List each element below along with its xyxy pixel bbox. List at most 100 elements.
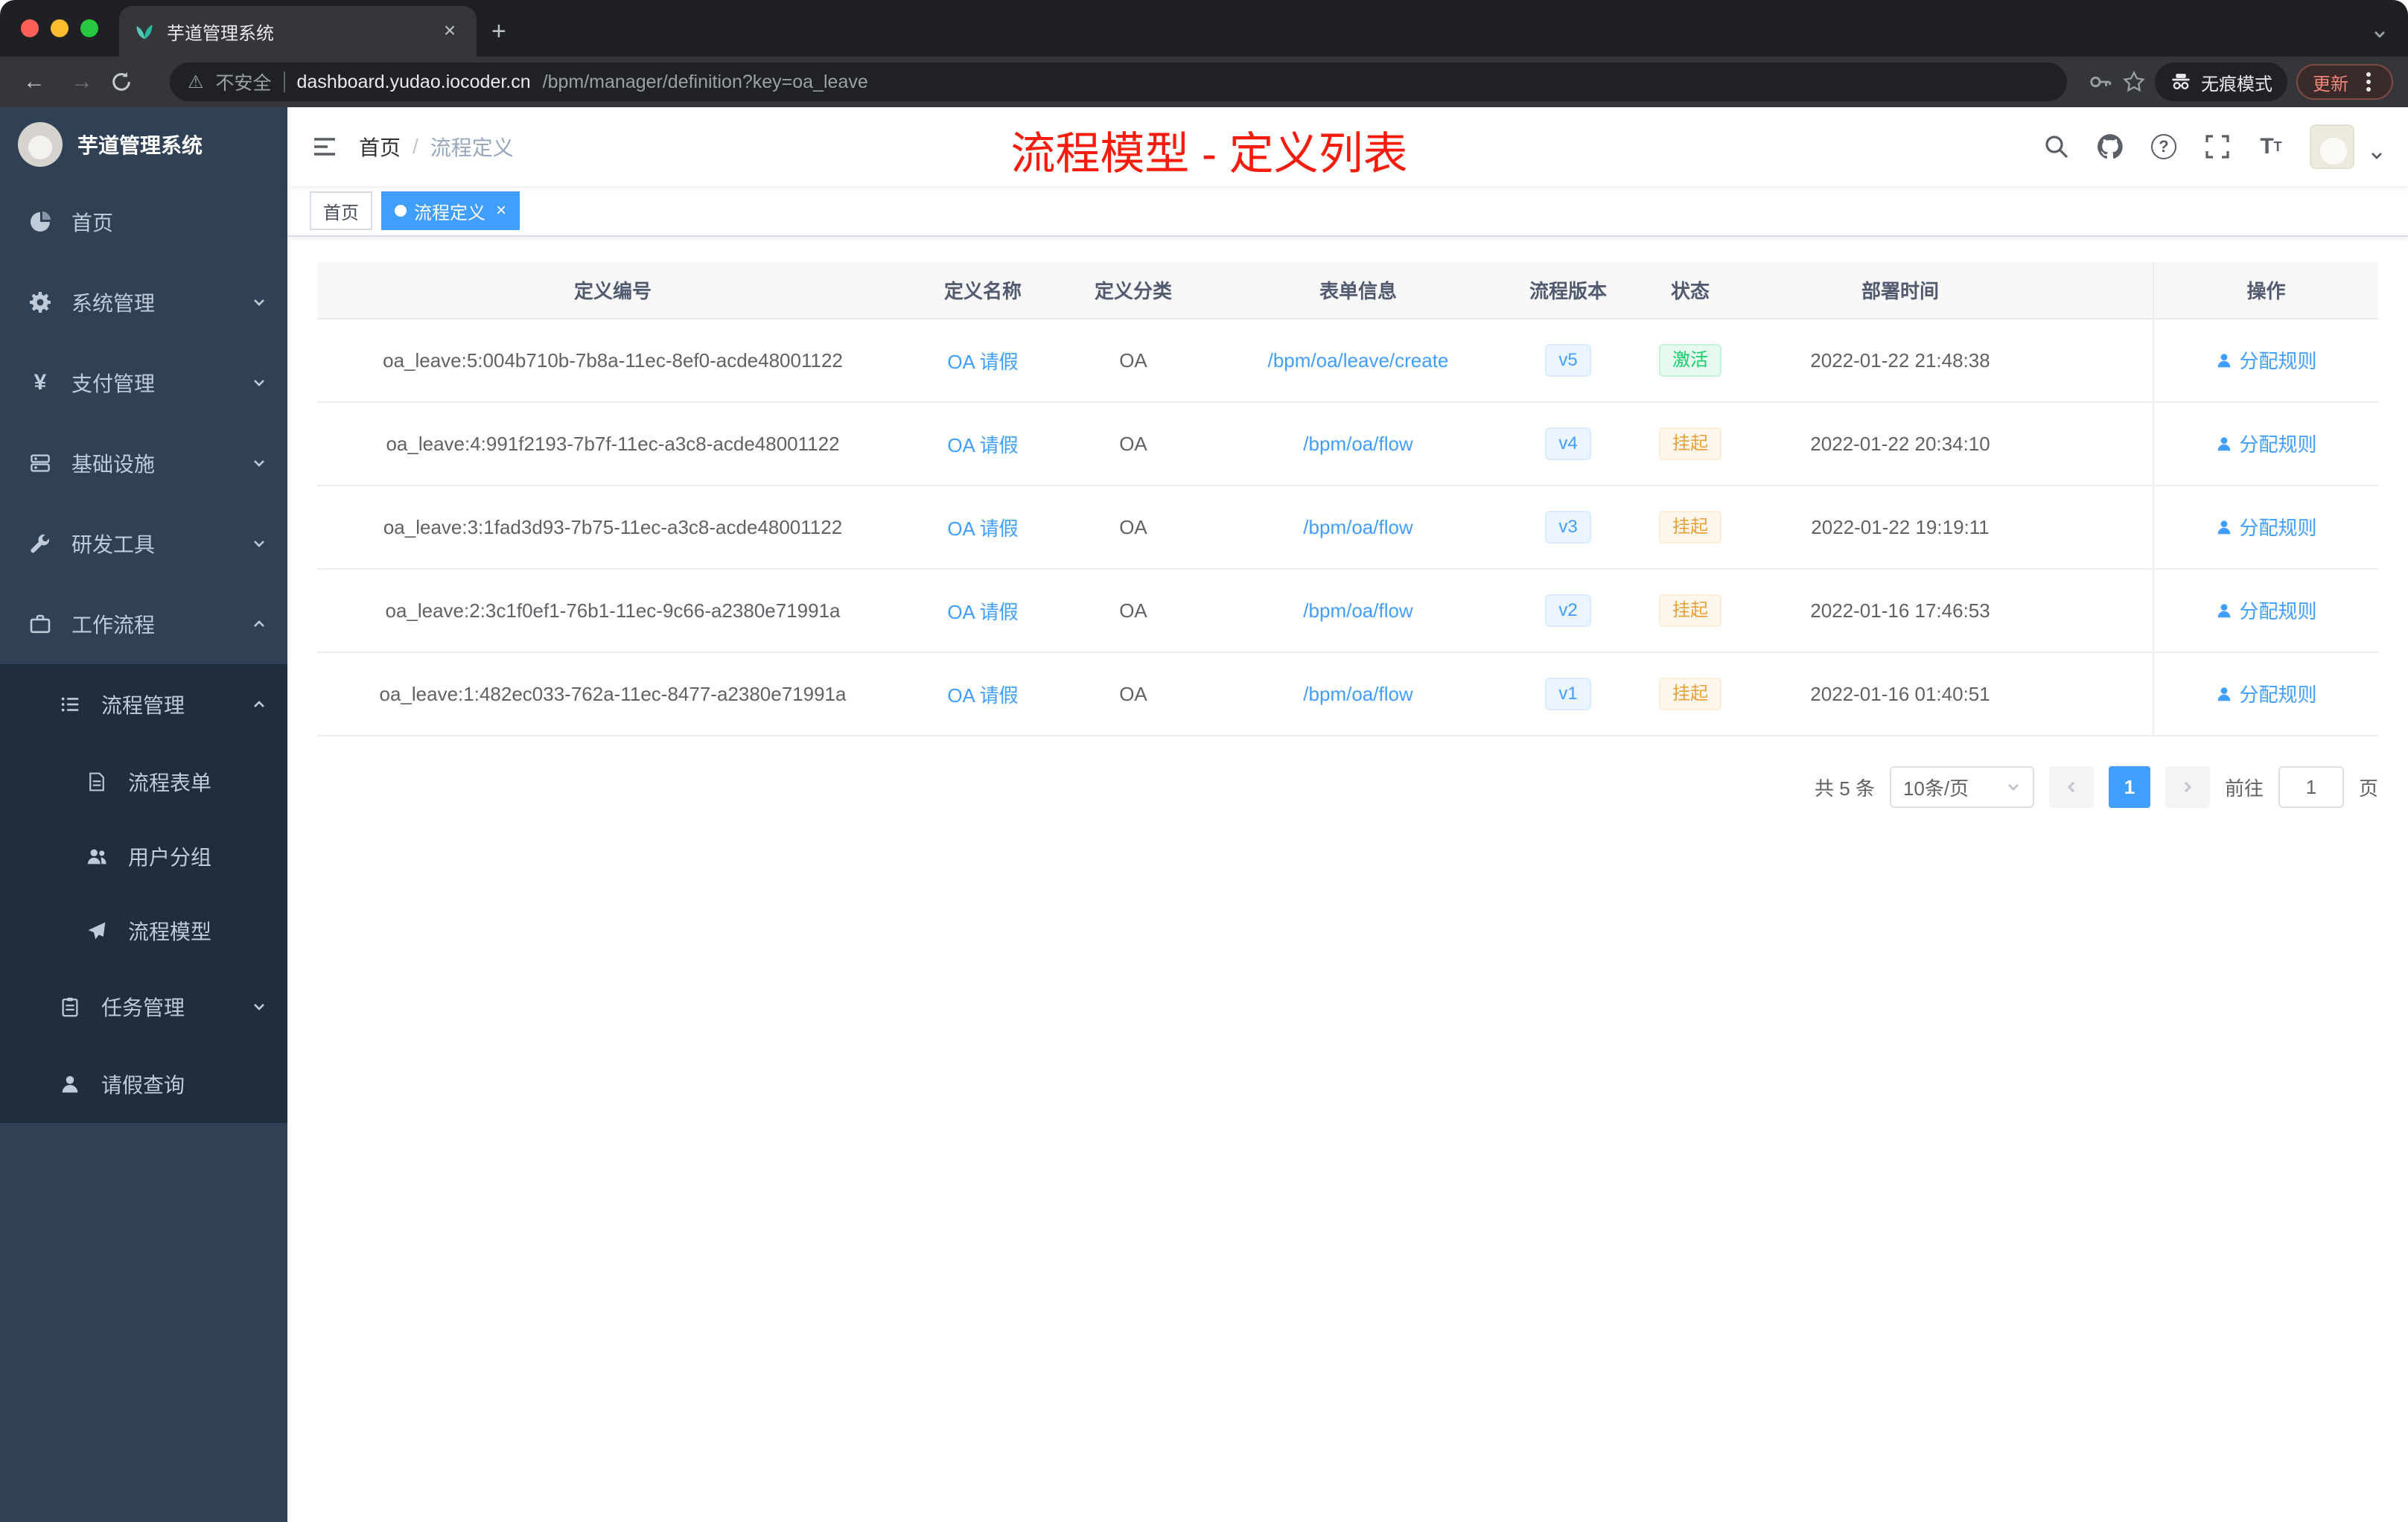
assign-rule-link[interactable]: 分配规则 (2215, 430, 2317, 457)
page-1-button[interactable]: 1 (2108, 766, 2150, 808)
sidebar-item-label: 用户分组 (128, 846, 212, 869)
tab-search-chevron-icon[interactable] (2372, 27, 2387, 42)
version-badge: v3 (1545, 511, 1591, 544)
sidebar-item-home[interactable]: 首页 (0, 182, 287, 262)
chevron-down-icon (2006, 780, 2021, 795)
tab-title: 芋道管理系统 (167, 23, 274, 44)
next-page-button[interactable] (2165, 766, 2210, 808)
main-area: 首页 / 流程定义 流程模型 - 定义列表 ? TT 首页 流程定义 × 定义编… (287, 107, 2408, 1522)
send-icon (83, 920, 110, 941)
assign-rule-link[interactable]: 分配规则 (2215, 680, 2317, 707)
table-gutter (2049, 652, 2153, 736)
address-bar[interactable]: ⚠ 不安全 dashboard.yudao.iocoder.cn/bpm/man… (170, 63, 2067, 101)
search-icon[interactable] (2042, 132, 2071, 162)
sidebar-item-label: 首页 (71, 211, 114, 235)
definition-name-link[interactable]: OA 请假 (947, 684, 1018, 707)
sidebar-item-dev-tools[interactable]: 研发工具 (0, 503, 287, 584)
reload-button[interactable] (110, 71, 149, 93)
definition-name-link[interactable]: OA 请假 (947, 351, 1018, 373)
wrench-icon (27, 532, 54, 555)
user-icon (2218, 687, 2231, 701)
sidebar-logo[interactable]: 芋道管理系统 (0, 107, 287, 182)
browser-update-button[interactable]: 更新 (2296, 64, 2393, 100)
github-icon[interactable] (2095, 132, 2125, 162)
definition-name-link[interactable]: OA 请假 (947, 518, 1018, 540)
status-badge: 挂起 (1659, 427, 1721, 460)
help-icon[interactable]: ? (2149, 132, 2179, 162)
tag-home[interactable]: 首页 (310, 191, 372, 230)
chevron-down-icon (252, 295, 267, 310)
dashboard-icon (27, 210, 54, 234)
sidebar-item-user-group[interactable]: 用户分组 (0, 819, 287, 894)
update-label: 更新 (2313, 74, 2348, 95)
new-tab-button[interactable]: + (491, 17, 506, 46)
font-size-icon[interactable]: TT (2256, 132, 2286, 162)
tag-close-icon[interactable]: × (496, 202, 506, 220)
browser-tab[interactable]: 芋道管理系统 × (119, 6, 477, 57)
assign-rule-link[interactable]: 分配规则 (2215, 346, 2317, 374)
form-info-link[interactable]: /bpm/oa/flow (1303, 599, 1412, 622)
sidebar-item-process-form[interactable]: 流程表单 (0, 745, 287, 819)
back-button[interactable]: ← (15, 69, 54, 95)
gear-icon (27, 290, 54, 314)
forward-button[interactable]: → (63, 69, 101, 95)
sidebar-item-workflow[interactable]: 工作流程 (0, 584, 287, 664)
assign-rule-link[interactable]: 分配规则 (2215, 596, 2317, 624)
sidebar-item-task-mgmt[interactable]: 任务管理 (0, 968, 287, 1045)
app-shell: 芋道管理系统 首页 系统管理 ¥ 支付管理 基础设施 研发工具 工作流程 流程管… (0, 107, 2408, 1522)
browser-menu-kebab-icon[interactable] (2360, 72, 2377, 92)
form-info-link[interactable]: /bpm/oa/flow (1303, 433, 1412, 455)
sidebar-item-label: 支付管理 (71, 372, 156, 395)
window-controls (0, 0, 119, 57)
close-window-button[interactable] (21, 19, 39, 37)
sidebar-item-system-mgmt[interactable]: 系统管理 (0, 262, 287, 343)
col-form-info: 表单信息 (1209, 262, 1507, 319)
browser-toolbar: ← → ⚠ 不安全 dashboard.yudao.iocoder.cn/bpm… (0, 57, 2408, 107)
page-size-select[interactable]: 10条/页 (1889, 766, 2034, 808)
not-secure-warning-icon: ⚠ (188, 71, 204, 92)
bookmark-star-icon[interactable] (2122, 70, 2146, 94)
incognito-icon (2172, 74, 2190, 89)
sidebar-item-process-mgmt[interactable]: 流程管理 (0, 664, 287, 745)
password-key-icon[interactable] (2088, 69, 2113, 95)
sidebar-item-leave-query[interactable]: 请假查询 (0, 1045, 287, 1123)
form-info-link[interactable]: /bpm/oa/leave/create (1268, 349, 1449, 372)
chevron-up-icon (252, 617, 267, 631)
breadcrumb-home[interactable]: 首页 (359, 132, 401, 162)
definition-category: OA (1057, 569, 1209, 653)
app-title: 芋道管理系统 (77, 134, 203, 157)
security-label[interactable]: 不安全 (216, 69, 272, 95)
list-icon (57, 693, 83, 716)
sidebar-item-payment[interactable]: ¥ 支付管理 (0, 343, 287, 423)
users-icon (83, 845, 110, 867)
minimize-window-button[interactable] (51, 19, 69, 37)
annotation-text: 流程模型 - 定义列表 (1010, 129, 1408, 179)
status-badge: 挂起 (1659, 678, 1721, 710)
form-info-link[interactable]: /bpm/oa/flow (1303, 683, 1412, 705)
definition-id: oa_leave:3:1fad3d93-7b75-11ec-a3c8-acde4… (317, 485, 908, 570)
prev-page-button[interactable] (2048, 766, 2094, 808)
tag-process-definition[interactable]: 流程定义 × (381, 191, 520, 230)
user-icon (2218, 436, 2231, 450)
definition-name-link[interactable]: OA 请假 (947, 601, 1018, 623)
sidebar-item-label: 流程模型 (128, 920, 212, 943)
incognito-badge: 无痕模式 (2155, 63, 2287, 101)
form-info-link[interactable]: /bpm/oa/flow (1303, 516, 1412, 538)
sidebar-item-infrastructure[interactable]: 基础设施 (0, 423, 287, 503)
assign-rule-link[interactable]: 分配规则 (2215, 513, 2317, 541)
fullscreen-icon[interactable] (2202, 132, 2232, 162)
user-icon (2218, 603, 2231, 617)
table-gutter (2049, 402, 2153, 486)
goto-page-input[interactable] (2278, 766, 2344, 808)
tab-close-icon[interactable]: × (438, 19, 462, 43)
avatar[interactable] (2310, 124, 2354, 169)
col-status: 状态 (1629, 262, 1751, 319)
zoom-window-button[interactable] (80, 19, 98, 37)
definition-name-link[interactable]: OA 请假 (947, 434, 1018, 456)
avatar-dropdown-caret-icon[interactable] (2369, 148, 2384, 163)
definition-category: OA (1057, 652, 1209, 736)
hamburger-icon[interactable] (311, 133, 338, 160)
document-icon (83, 771, 110, 792)
definition-id: oa_leave:1:482ec033-762a-11ec-8477-a2380… (317, 652, 908, 736)
sidebar-item-process-model[interactable]: 流程模型 (0, 894, 287, 968)
